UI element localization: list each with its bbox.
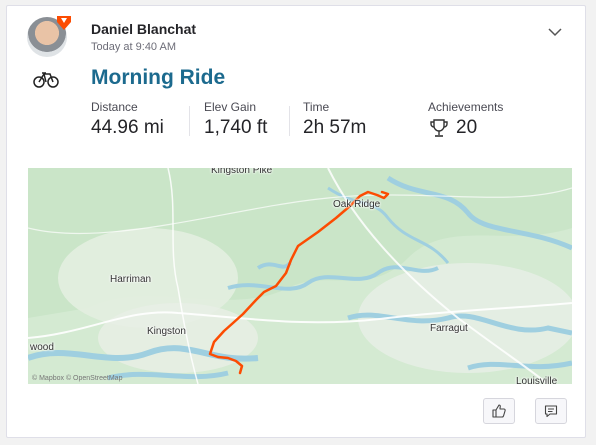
route-map[interactable]: Kingston Pike Oak Ridge Harriman Kingsto… (28, 168, 572, 384)
map-label-kingston: Kingston (147, 326, 186, 337)
kudos-button[interactable] (483, 398, 515, 424)
stat-value-row: 20 (428, 117, 503, 139)
activity-card: Daniel Blanchat Today at 9:40 AM Morning… (6, 5, 586, 438)
subscriber-badge-icon (57, 16, 71, 30)
stat-label: Elev Gain (204, 100, 257, 114)
map-label-harriman: Harriman (110, 274, 152, 285)
map-label-louisville: Louisville (516, 376, 558, 384)
stat-label: Distance (91, 100, 138, 114)
stat-value: 1,740 ft (204, 117, 268, 138)
athlete-name[interactable]: Daniel Blanchat (91, 21, 196, 37)
trophy-icon (430, 119, 448, 137)
activity-timestamp: Today at 9:40 AM (91, 41, 176, 53)
achievement-count: 20 (456, 117, 478, 138)
stat-divider (189, 106, 190, 136)
stat-value: 44.96 mi (91, 117, 164, 138)
map-attribution[interactable]: © Mapbox © OpenStreetMap (32, 375, 122, 382)
stat-distance: Distance 44.96 mi (91, 100, 164, 139)
stat-label: Time (303, 100, 330, 114)
stat-value: 2h 57m (303, 117, 367, 138)
map-label-oak-ridge: Oak Ridge (333, 199, 381, 210)
stat-label: Achievements (428, 100, 504, 114)
comment-icon (544, 405, 558, 418)
chevron-down-icon[interactable] (547, 26, 563, 38)
athlete-avatar[interactable] (27, 16, 71, 57)
comment-button[interactable] (535, 398, 567, 424)
stat-divider (289, 106, 290, 136)
stat-achievements[interactable]: Achievements 20 (428, 100, 503, 139)
bike-icon (33, 72, 59, 88)
map-label-top: Kingston Pike (211, 168, 273, 176)
thumbs-up-icon (492, 404, 506, 418)
stat-elev-gain: Elev Gain 1,740 ft (204, 100, 267, 139)
stat-time: Time 2h 57m (303, 100, 366, 139)
map-label-farragut: Farragut (430, 323, 468, 334)
activity-title[interactable]: Morning Ride (91, 66, 225, 90)
map-label-wood: wood (30, 342, 54, 353)
